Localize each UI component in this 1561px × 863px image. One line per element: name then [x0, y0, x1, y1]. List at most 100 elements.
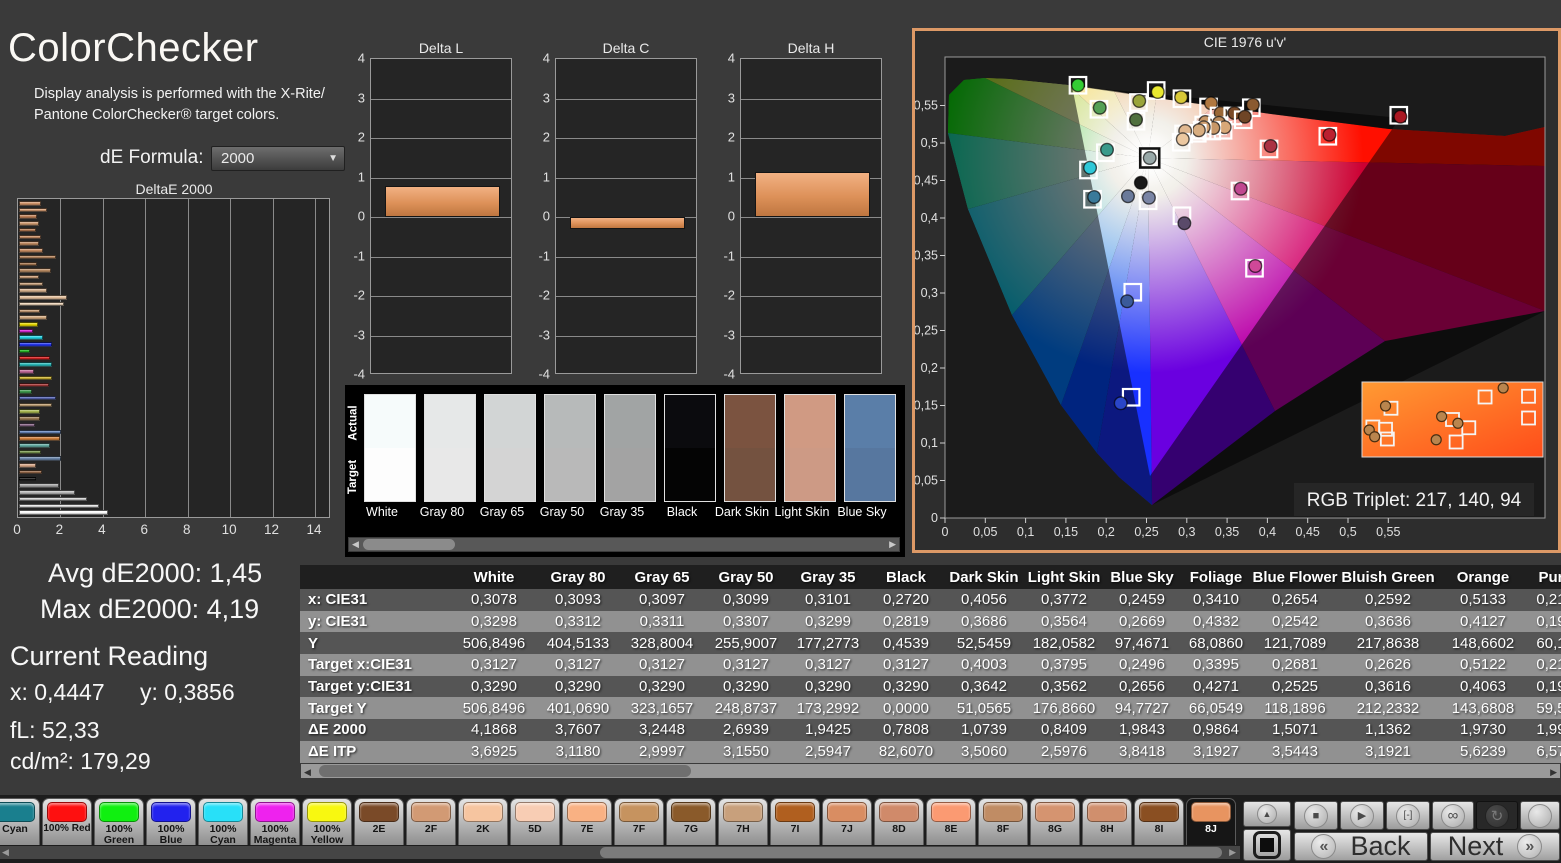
- delta-bar: [385, 186, 500, 217]
- tab-100-yellow[interactable]: 100% Yellow: [302, 798, 352, 845]
- gridline: [556, 138, 696, 139]
- table-cell: 66,0549: [1188, 699, 1244, 717]
- patch-tab-bar: Cyan 100% Red 100% Green 100% Blue 100% Cyan…: [0, 795, 1561, 863]
- tab-8g[interactable]: 8G: [1030, 798, 1080, 845]
- chevron-right-icon: »: [1517, 834, 1543, 859]
- tab-7h[interactable]: 7H: [718, 798, 768, 845]
- play-button[interactable]: ▶: [1340, 801, 1384, 830]
- back-button[interactable]: « Back: [1294, 831, 1428, 861]
- tab-scrollbar[interactable]: ◀ ▶: [0, 846, 1240, 859]
- tab-8h[interactable]: 8H: [1082, 798, 1132, 845]
- patch-color-swatch: [151, 802, 191, 822]
- svg-text:CIE 1976 u'v': CIE 1976 u'v': [1204, 34, 1286, 50]
- swatch-actual: [365, 395, 415, 448]
- de2000-bar: [19, 348, 30, 354]
- swatch-target: [785, 448, 835, 501]
- scroll-left-icon[interactable]: ◀: [304, 764, 311, 780]
- table-row-label: ΔE 2000: [308, 721, 367, 739]
- scroll-left-icon[interactable]: ◀: [2, 846, 9, 859]
- scroll-right-icon[interactable]: ▶: [889, 538, 896, 551]
- marker-style-button[interactable]: [1243, 829, 1291, 861]
- tab-100-blue[interactable]: 100% Blue: [146, 798, 196, 845]
- tab-label: 2K: [476, 823, 490, 835]
- tab-5d[interactable]: 5D: [510, 798, 560, 845]
- tab-7i[interactable]: 7I: [770, 798, 820, 845]
- tab-7e[interactable]: 7E: [562, 798, 612, 845]
- table-cell: 248,8737: [714, 699, 778, 717]
- table-cell: 0,3312: [555, 613, 601, 631]
- table-header-cell: Dark Skin: [949, 568, 1019, 586]
- range-button[interactable]: [-]: [1386, 801, 1430, 830]
- svg-text:0,45: 0,45: [915, 174, 938, 188]
- table-scrollbar-thumb[interactable]: [319, 765, 691, 777]
- patch-color-swatch: [463, 802, 503, 822]
- table-row: ΔE ITP 3,6925 3,1180 2,9997 3,1550 2,5947 82,6…: [300, 740, 1561, 763]
- tab-7j[interactable]: 7J: [822, 798, 872, 845]
- loop-button[interactable]: ∞: [1432, 801, 1474, 830]
- tab-2k[interactable]: 2K: [458, 798, 508, 845]
- tab-100-cyan[interactable]: 100% Cyan: [198, 798, 248, 845]
- tab-8i[interactable]: 8I: [1134, 798, 1184, 845]
- svg-text:0,05: 0,05: [973, 525, 997, 539]
- tab-2f[interactable]: 2F: [406, 798, 456, 845]
- scroll-left-icon[interactable]: ◀: [352, 538, 359, 551]
- tab-cyan[interactable]: Cyan: [0, 798, 40, 845]
- tab-100-green[interactable]: 100% Green: [94, 798, 144, 845]
- scroll-right-icon[interactable]: ▶: [1229, 846, 1236, 859]
- table-cell: 328,8004: [630, 634, 694, 652]
- scroll-up-button[interactable]: ▲: [1243, 801, 1291, 827]
- patch-color-swatch: [203, 802, 243, 822]
- table-cell: 1,9425: [805, 721, 851, 739]
- tab-8d[interactable]: 8D: [874, 798, 924, 845]
- swatch-scrollbar-thumb[interactable]: [363, 539, 455, 550]
- patch-color-swatch: [567, 802, 607, 822]
- tab-8j[interactable]: 8J: [1186, 798, 1236, 845]
- de2000-bar: [19, 395, 57, 401]
- table-cell: 0,21: [1536, 591, 1561, 609]
- gridline: [60, 199, 62, 517]
- svg-text:0,35: 0,35: [1215, 525, 1239, 539]
- de2000-bar: [19, 261, 38, 266]
- table-cell: 0,3290: [639, 678, 685, 696]
- tab-7g[interactable]: 7G: [666, 798, 716, 845]
- blank-button[interactable]: [1520, 801, 1560, 830]
- table-cell: 0,3642: [961, 678, 1007, 696]
- table-cell: 0,5122: [1460, 656, 1506, 674]
- y-tick-label: -2: [723, 287, 735, 303]
- patch-color-swatch: [1087, 802, 1127, 822]
- table-cell: 4,1868: [471, 721, 517, 739]
- table-cell: 97,4671: [1114, 634, 1170, 652]
- table-scrollbar[interactable]: ◀ ▶: [300, 763, 1561, 779]
- tab-100-magenta[interactable]: 100% Magenta: [250, 798, 300, 845]
- table-header-cell: Blue Flower: [1252, 568, 1338, 586]
- de-formula-dropdown[interactable]: 2000 ▼: [211, 146, 345, 171]
- svg-text:0: 0: [931, 511, 938, 525]
- next-button[interactable]: Next »: [1430, 831, 1560, 861]
- swatch-scrollbar[interactable]: ◀ ▶: [348, 537, 900, 552]
- tab-8f[interactable]: 8F: [978, 798, 1028, 845]
- measured-point-marker: [1237, 109, 1252, 124]
- table-cell: 0,3307: [723, 613, 769, 631]
- de2000-bar: [19, 201, 42, 206]
- swatch-target: [365, 448, 415, 501]
- table-cell: 1,0739: [961, 721, 1007, 739]
- stop-button[interactable]: ■: [1294, 801, 1338, 830]
- patch-color-swatch: [879, 802, 919, 822]
- tab-label: 7H: [736, 823, 750, 835]
- y-tick-label: 0: [727, 208, 735, 224]
- y-tick-label: 1: [542, 169, 550, 184]
- refresh-button[interactable]: ↻: [1476, 801, 1518, 830]
- tab-label: 2F: [424, 823, 438, 835]
- tab-scrollbar-thumb[interactable]: [600, 847, 1222, 858]
- patch-color-swatch: [983, 802, 1023, 822]
- tab-8e[interactable]: 8E: [926, 798, 976, 845]
- tab-2e[interactable]: 2E: [354, 798, 404, 845]
- scroll-right-icon[interactable]: ▶: [1550, 764, 1557, 780]
- tab-7f[interactable]: 7F: [614, 798, 664, 845]
- swatch-dark-skin: [724, 394, 776, 502]
- y-tick-label: -1: [723, 248, 735, 263]
- table-cell: 0,3290: [555, 678, 601, 696]
- tab-100-red[interactable]: 100% Red: [42, 798, 92, 845]
- table-cell: 0,3101: [805, 591, 851, 609]
- measured-point-marker: [1113, 396, 1128, 411]
